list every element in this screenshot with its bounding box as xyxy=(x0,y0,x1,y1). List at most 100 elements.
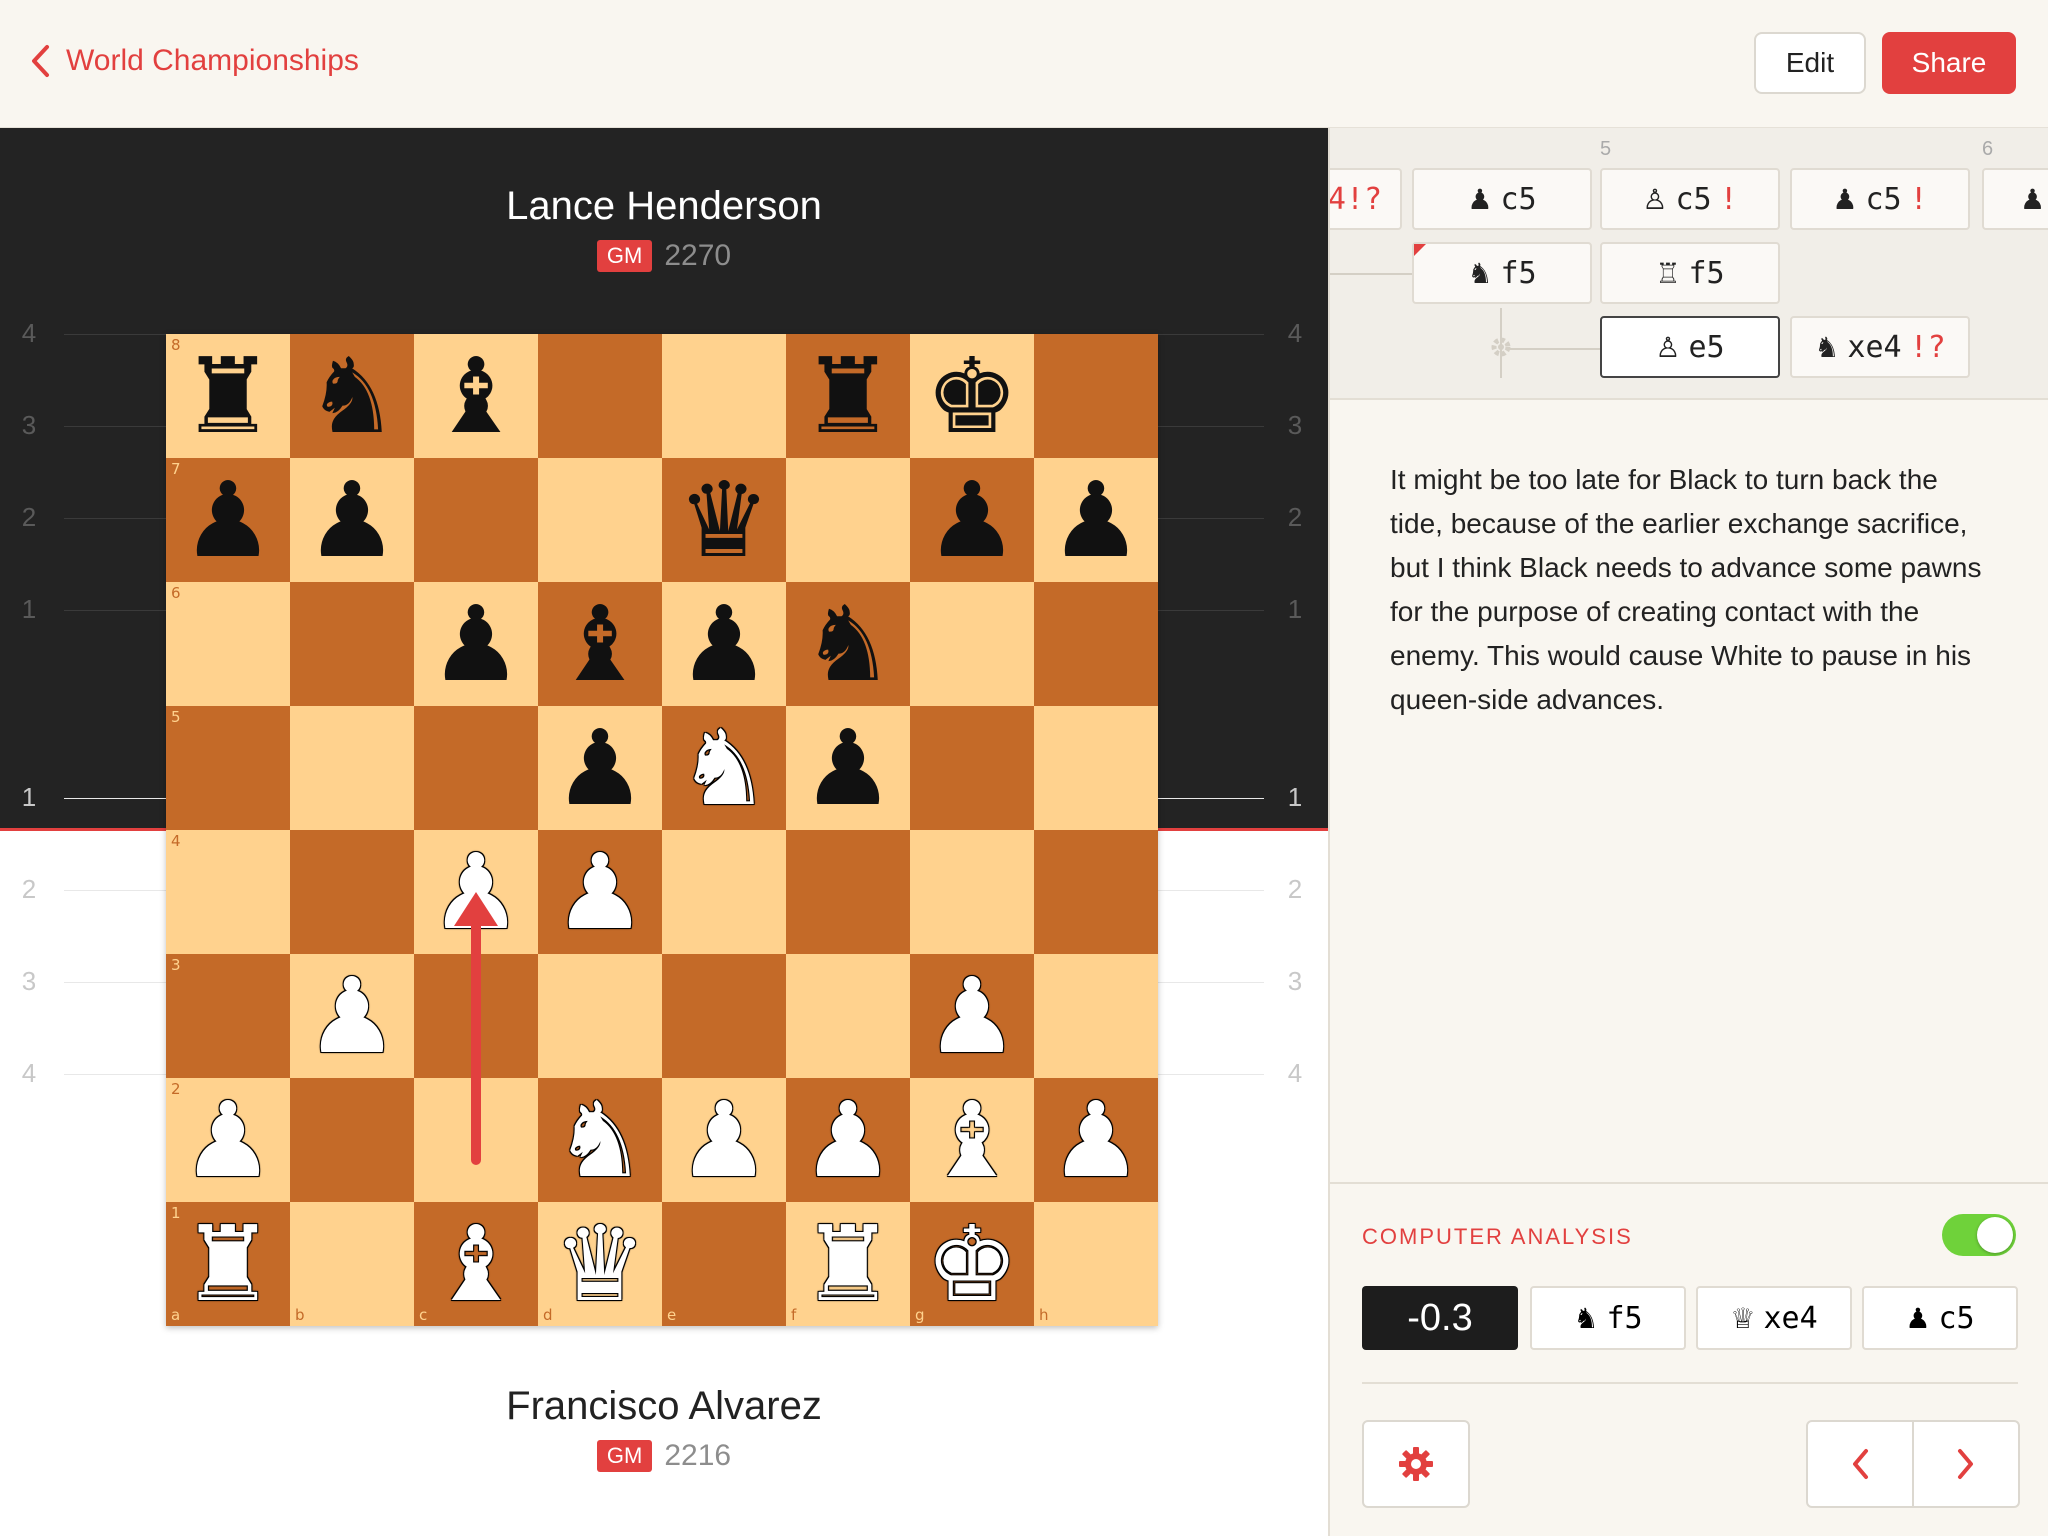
black-pawn-icon[interactable]: ♟ xyxy=(801,716,894,820)
white-bishop-icon[interactable]: ♝ xyxy=(429,1212,522,1316)
black-rook-icon[interactable]: ♜ xyxy=(181,344,274,448)
black-pawn-icon[interactable]: ♟ xyxy=(1049,468,1142,572)
square-d6[interactable]: ♝ xyxy=(538,582,662,706)
black-king-icon[interactable]: ♚ xyxy=(925,344,1018,448)
black-knight-icon[interactable]: ♞ xyxy=(801,592,894,696)
square-a4[interactable]: 4 xyxy=(166,830,290,954)
square-e2[interactable]: ♟ xyxy=(662,1078,786,1202)
back-button[interactable]: World Championships xyxy=(30,44,359,78)
white-king-icon[interactable]: ♚ xyxy=(925,1212,1018,1316)
white-rook-icon[interactable]: ♜ xyxy=(181,1212,274,1316)
square-b4[interactable] xyxy=(290,830,414,954)
next-move-button[interactable] xyxy=(1912,1420,2020,1508)
square-h7[interactable]: ♟ xyxy=(1034,458,1158,582)
square-g7[interactable]: ♟ xyxy=(910,458,1034,582)
move-chip[interactable]: 4!? xyxy=(1330,168,1402,230)
square-b8[interactable]: ♞ xyxy=(290,334,414,458)
square-f5[interactable]: ♟ xyxy=(786,706,910,830)
square-f4[interactable] xyxy=(786,830,910,954)
square-h2[interactable]: ♟ xyxy=(1034,1078,1158,1202)
square-h5[interactable] xyxy=(1034,706,1158,830)
black-pawn-icon[interactable]: ♟ xyxy=(305,468,398,572)
square-e8[interactable] xyxy=(662,334,786,458)
square-c4[interactable]: ♟ xyxy=(414,830,538,954)
square-a6[interactable]: 6 xyxy=(166,582,290,706)
white-pawn-icon[interactable]: ♟ xyxy=(305,964,398,1068)
white-pawn-icon[interactable]: ♟ xyxy=(553,840,646,944)
square-b6[interactable] xyxy=(290,582,414,706)
analysis-toggle[interactable] xyxy=(1942,1214,2016,1256)
best-line-move[interactable]: ♞ f5 xyxy=(1530,1286,1686,1350)
black-bishop-icon[interactable]: ♝ xyxy=(553,592,646,696)
square-e6[interactable]: ♟ xyxy=(662,582,786,706)
square-e1[interactable]: e xyxy=(662,1202,786,1326)
black-knight-icon[interactable]: ♞ xyxy=(305,344,398,448)
move-chip[interactable]: ♟ c5 xyxy=(1412,168,1592,230)
square-g1[interactable]: g ♚ xyxy=(910,1202,1034,1326)
square-d2[interactable]: ♞ xyxy=(538,1078,662,1202)
square-a2[interactable]: 2 ♟ xyxy=(166,1078,290,1202)
chess-board[interactable]: 8 ♜ ♞ ♝ ♜ ♚ 7 ♟ ♟ ♛ ♟ ♟ 6 ♟ ♝ ♟ ♞ 5 ♟ ♞ ♟ 4 ♟ ♟ 3 ♟ ♟ 2 ♟ ♞ ♟ ♟ ♝ ♟ 1 a ♜ b c ♝… xyxy=(166,334,1158,1326)
square-h6[interactable] xyxy=(1034,582,1158,706)
square-b3[interactable]: ♟ xyxy=(290,954,414,1078)
square-c6[interactable]: ♟ xyxy=(414,582,538,706)
white-pawn-icon[interactable]: ♟ xyxy=(181,1088,274,1192)
square-c2[interactable] xyxy=(414,1078,538,1202)
square-g4[interactable] xyxy=(910,830,1034,954)
square-f6[interactable]: ♞ xyxy=(786,582,910,706)
square-g2[interactable]: ♝ xyxy=(910,1078,1034,1202)
black-pawn-icon[interactable]: ♟ xyxy=(925,468,1018,572)
square-e4[interactable] xyxy=(662,830,786,954)
move-chip[interactable]: ♖ f5 xyxy=(1600,242,1780,304)
square-a8[interactable]: 8 ♜ xyxy=(166,334,290,458)
square-c7[interactable] xyxy=(414,458,538,582)
square-d8[interactable] xyxy=(538,334,662,458)
square-a5[interactable]: 5 xyxy=(166,706,290,830)
best-line-move[interactable]: ♟ c5 xyxy=(1862,1286,2018,1350)
square-a7[interactable]: 7 ♟ xyxy=(166,458,290,582)
square-e7[interactable]: ♛ xyxy=(662,458,786,582)
square-h1[interactable]: h xyxy=(1034,1202,1158,1326)
black-rook-icon[interactable]: ♜ xyxy=(801,344,894,448)
square-c5[interactable] xyxy=(414,706,538,830)
white-pawn-icon[interactable]: ♟ xyxy=(677,1088,770,1192)
move-chip[interactable]: ♞ f5 xyxy=(1412,242,1592,304)
square-a3[interactable]: 3 xyxy=(166,954,290,1078)
square-f2[interactable]: ♟ xyxy=(786,1078,910,1202)
edit-button[interactable]: Edit xyxy=(1754,32,1866,94)
white-pawn-icon[interactable]: ♟ xyxy=(429,840,522,944)
move-chip[interactable]: ♟ xyxy=(1982,168,2048,230)
square-c3[interactable] xyxy=(414,954,538,1078)
black-pawn-icon[interactable]: ♟ xyxy=(553,716,646,820)
square-f7[interactable] xyxy=(786,458,910,582)
black-pawn-icon[interactable]: ♟ xyxy=(429,592,522,696)
white-knight-icon[interactable]: ♞ xyxy=(677,716,770,820)
white-queen-icon[interactable]: ♛ xyxy=(553,1212,646,1316)
square-b7[interactable]: ♟ xyxy=(290,458,414,582)
square-g6[interactable] xyxy=(910,582,1034,706)
share-button[interactable]: Share xyxy=(1882,32,2016,94)
settings-button[interactable] xyxy=(1362,1420,1470,1508)
square-d1[interactable]: d ♛ xyxy=(538,1202,662,1326)
black-pawn-icon[interactable]: ♟ xyxy=(677,592,770,696)
previous-move-button[interactable] xyxy=(1806,1420,1914,1508)
white-pawn-icon[interactable]: ♟ xyxy=(801,1088,894,1192)
square-g8[interactable]: ♚ xyxy=(910,334,1034,458)
best-line-move[interactable]: ♕ xe4 xyxy=(1696,1286,1852,1350)
square-f1[interactable]: f ♜ xyxy=(786,1202,910,1326)
square-h4[interactable] xyxy=(1034,830,1158,954)
move-tree[interactable]: 5 6 4!? ♟ c5 ♙ c5! ♟ c5! ♟ ♞ f5 ♖ f5 ♙ e… xyxy=(1330,128,2048,400)
square-b1[interactable]: b xyxy=(290,1202,414,1326)
move-chip-selected[interactable]: ♙ e5 xyxy=(1600,316,1780,378)
square-g5[interactable] xyxy=(910,706,1034,830)
square-c1[interactable]: c ♝ xyxy=(414,1202,538,1326)
square-b5[interactable] xyxy=(290,706,414,830)
square-d3[interactable] xyxy=(538,954,662,1078)
black-bishop-icon[interactable]: ♝ xyxy=(429,344,522,448)
square-f3[interactable] xyxy=(786,954,910,1078)
square-d4[interactable]: ♟ xyxy=(538,830,662,954)
white-pawn-icon[interactable]: ♟ xyxy=(1049,1088,1142,1192)
move-chip[interactable]: ♟ c5! xyxy=(1790,168,1970,230)
black-pawn-icon[interactable]: ♟ xyxy=(181,468,274,572)
square-f8[interactable]: ♜ xyxy=(786,334,910,458)
